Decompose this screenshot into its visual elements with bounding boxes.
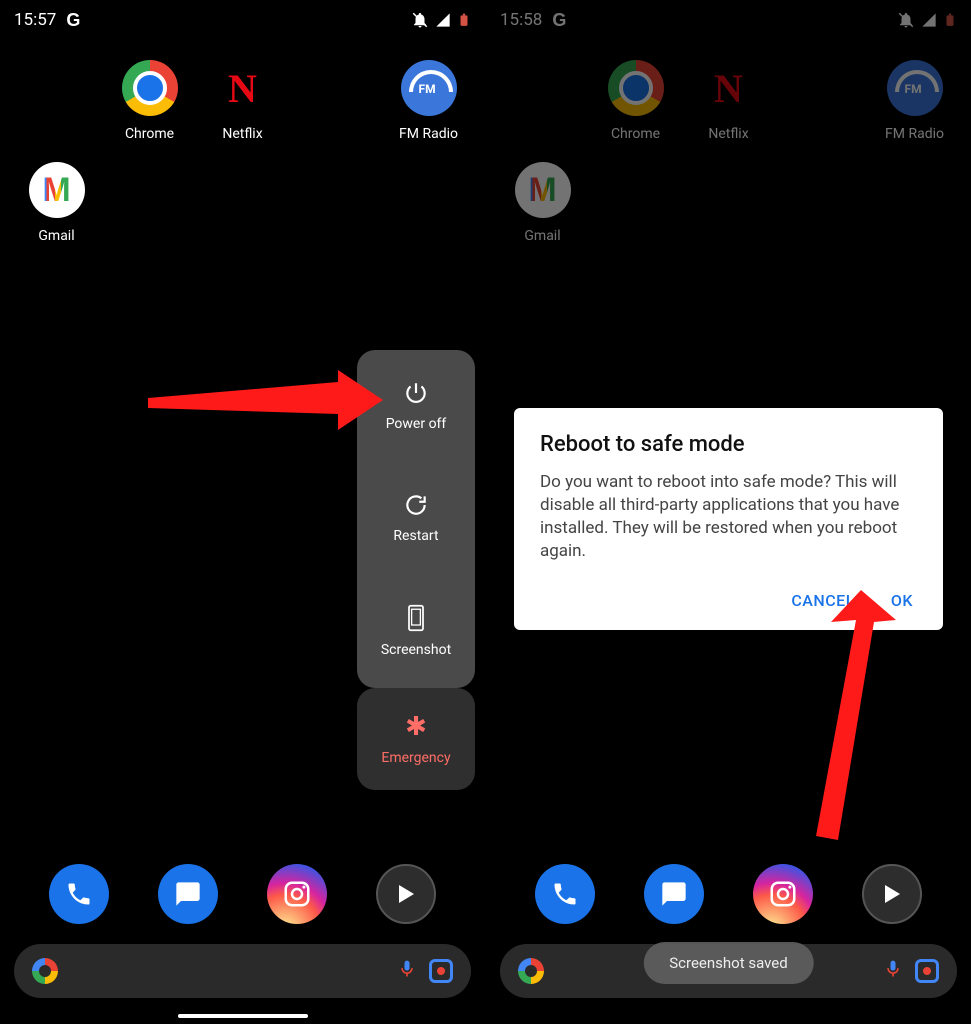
dock — [0, 864, 485, 924]
status-time: 15:57 — [14, 10, 56, 30]
lens-icon[interactable] — [429, 959, 453, 983]
toast-screenshot-saved: Screenshot saved — [643, 942, 813, 984]
dock — [486, 864, 971, 924]
google-g-icon — [518, 958, 544, 984]
status-icons — [897, 11, 957, 29]
dock-playstore[interactable] — [376, 864, 436, 924]
screenshot-icon — [405, 604, 427, 632]
fmradio-icon — [887, 60, 943, 116]
dock-playstore[interactable] — [862, 864, 922, 924]
restart-icon — [403, 492, 429, 518]
dock-instagram[interactable] — [753, 864, 813, 924]
app-netflix[interactable]: N Netflix — [215, 60, 271, 142]
screenshot-label: Screenshot — [381, 642, 451, 658]
restart-label: Restart — [393, 528, 438, 544]
app-label: Gmail — [38, 228, 74, 244]
signal-icon — [921, 12, 937, 28]
status-bar: 15:57 G — [0, 0, 485, 40]
chrome-icon — [608, 60, 664, 116]
app-label: Gmail — [524, 228, 560, 244]
chrome-icon — [122, 60, 178, 116]
emergency-icon: ✱ — [405, 712, 427, 742]
power-menu: Power off Restart Screenshot — [357, 350, 475, 688]
phone-screen-right: 15:58 G Chrome N Netflix FM Radio M Gmai… — [485, 0, 971, 1024]
signal-icon — [435, 12, 451, 28]
power-off-button[interactable]: Power off — [357, 350, 475, 462]
dnd-off-icon — [897, 11, 915, 29]
home-app-grid: Chrome N Netflix FM Radio M Gmail — [0, 40, 485, 244]
netflix-icon: N — [701, 60, 757, 116]
annotation-arrow-left — [148, 370, 383, 440]
app-netflix[interactable]: N Netflix — [701, 60, 757, 142]
app-label: Chrome — [611, 126, 660, 142]
dock-phone[interactable] — [535, 864, 595, 924]
app-gmail[interactable]: M Gmail — [515, 162, 571, 244]
power-off-label: Power off — [386, 416, 447, 432]
toast-label: Screenshot saved — [669, 954, 787, 972]
status-time: 15:58 — [500, 10, 542, 30]
emergency-label: Emergency — [381, 750, 450, 766]
google-indicator: G — [66, 10, 80, 31]
app-fmradio[interactable]: FM Radio — [399, 60, 458, 142]
app-label: FM Radio — [399, 126, 458, 142]
app-label: Netflix — [222, 126, 262, 142]
status-bar: 15:58 G — [486, 0, 971, 40]
lens-icon[interactable] — [915, 959, 939, 983]
home-app-grid: Chrome N Netflix FM Radio M Gmail — [486, 40, 971, 244]
google-g-icon — [32, 958, 58, 984]
screenshot-button[interactable]: Screenshot — [357, 574, 475, 688]
app-gmail[interactable]: M Gmail — [29, 162, 85, 244]
fmradio-icon — [401, 60, 457, 116]
battery-icon — [943, 11, 957, 29]
dnd-off-icon — [411, 11, 429, 29]
dialog-buttons: CANCEL OK — [540, 585, 917, 616]
gmail-icon: M — [29, 162, 85, 218]
mic-icon[interactable] — [397, 957, 417, 985]
app-chrome[interactable]: Chrome — [608, 60, 664, 142]
app-label: Netflix — [708, 126, 748, 142]
app-label: FM Radio — [885, 126, 944, 142]
app-fmradio[interactable]: FM Radio — [885, 60, 944, 142]
battery-icon — [457, 11, 471, 29]
app-chrome[interactable]: Chrome — [122, 60, 178, 142]
status-icons — [411, 11, 471, 29]
dock-messages[interactable] — [644, 864, 704, 924]
ok-button[interactable]: OK — [887, 585, 917, 616]
phone-screen-left: 15:57 G Chrome N Netflix FM Radio M Gmai… — [0, 0, 485, 1024]
google-search-bar[interactable] — [14, 944, 471, 998]
mic-icon[interactable] — [883, 957, 903, 985]
dock-messages[interactable] — [158, 864, 218, 924]
dock-instagram[interactable] — [267, 864, 327, 924]
dock-phone[interactable] — [49, 864, 109, 924]
dialog-body: Do you want to reboot into safe mode? Th… — [540, 471, 917, 563]
restart-button[interactable]: Restart — [357, 462, 475, 574]
netflix-icon: N — [215, 60, 271, 116]
safe-mode-dialog: Reboot to safe mode Do you want to reboo… — [514, 408, 943, 630]
power-icon — [403, 380, 429, 406]
dialog-title: Reboot to safe mode — [540, 432, 917, 457]
gmail-icon: M — [515, 162, 571, 218]
cancel-button[interactable]: CANCEL — [787, 585, 859, 616]
nav-handle[interactable] — [178, 1014, 308, 1018]
google-indicator: G — [552, 10, 566, 31]
emergency-button[interactable]: ✱ Emergency — [357, 688, 475, 790]
app-label: Chrome — [125, 126, 174, 142]
